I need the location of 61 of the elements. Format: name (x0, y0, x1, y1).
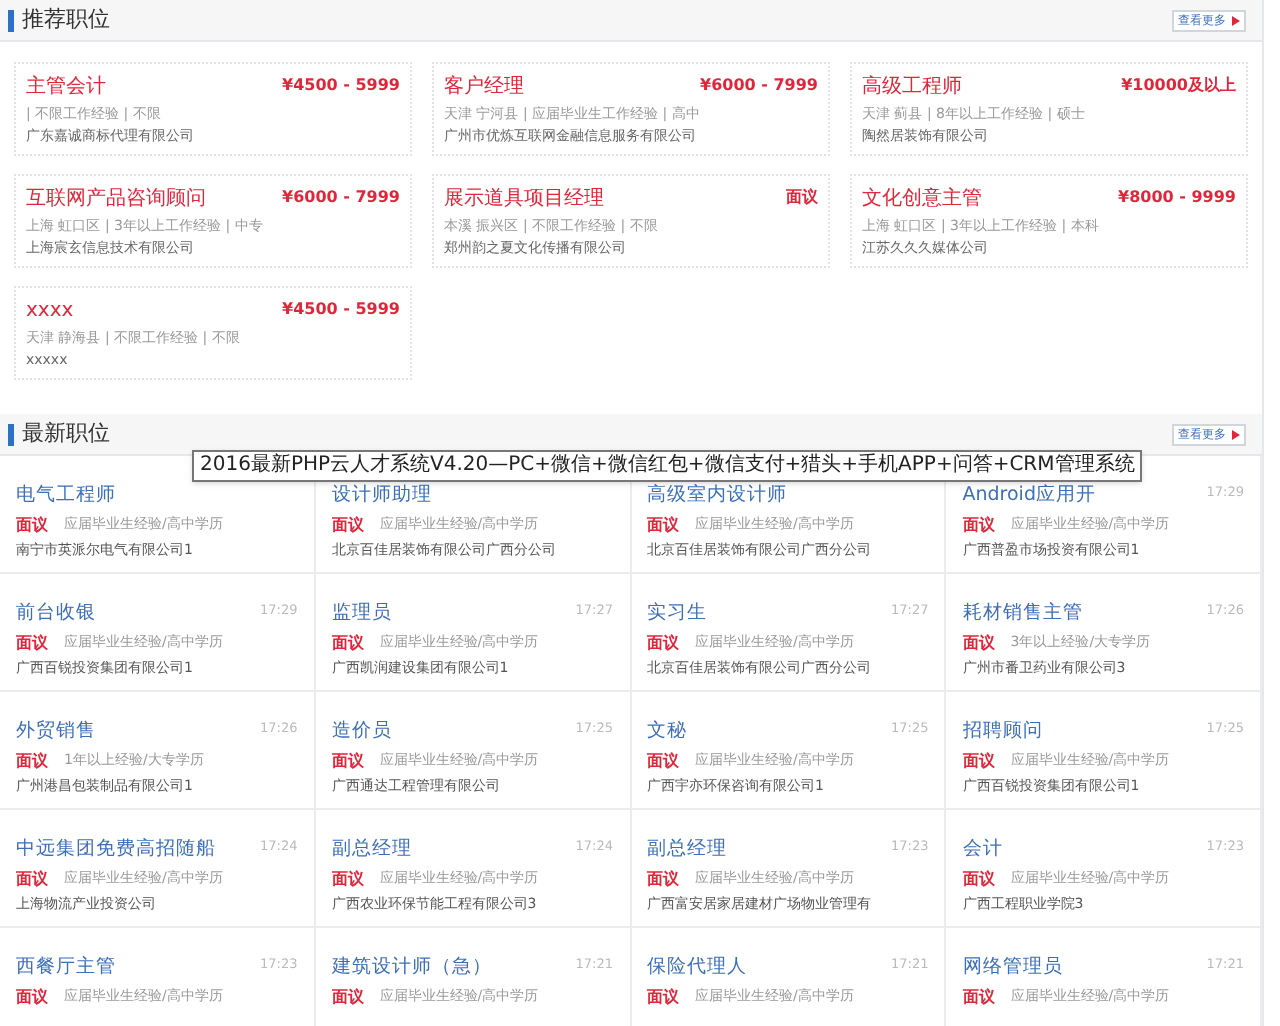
salary-text: 面议 (647, 632, 679, 654)
salary-text: 面议 (331, 868, 364, 890)
job-title[interactable]: 主管会计 (26, 74, 106, 102)
salary-text: 面议 (647, 868, 679, 890)
job-title[interactable]: 西餐厅主管 (16, 954, 116, 980)
salary-text: ¥4500 - 5999 (282, 74, 400, 98)
section-title: 推荐职位 (22, 3, 112, 36)
job-title[interactable]: 招聘顾问 (962, 718, 1043, 744)
job-title[interactable]: 展示道具项目经理 (444, 186, 604, 214)
salary-text: 面议 (962, 986, 995, 1008)
tooltip: 2016最新PHP云人才系统V4.20—PC+微信+微信红包+微信支付+猎头+手机APP+问答+CRM管理系统 (192, 450, 1143, 482)
job-title[interactable]: 耗材销售主管 (962, 600, 1083, 626)
salary-text: ¥6000 - 7999 (282, 186, 400, 210)
caret-icon (1232, 15, 1240, 25)
job-title[interactable]: 实习生 (647, 600, 707, 626)
salary-text: ¥8000 - 9999 (1118, 186, 1236, 210)
job-title[interactable]: Android应用开 (962, 482, 1096, 508)
salary-text: 面议 (16, 986, 48, 1008)
salary-text: ¥6000 - 7999 (700, 74, 818, 98)
accent-bar-icon (8, 423, 14, 445)
caret-icon (1232, 429, 1240, 439)
job-title[interactable]: 监理员 (331, 600, 392, 626)
salary-text: 面议 (786, 186, 818, 210)
section-title: 最新职位 (22, 417, 112, 450)
job-title[interactable]: 建筑设计师（急） (331, 954, 492, 980)
salary-text: 面议 (647, 750, 679, 772)
salary-text: 面议 (962, 514, 995, 536)
job-title[interactable]: 前台收银 (16, 600, 96, 626)
salary-text: 面议 (647, 514, 679, 536)
job-title[interactable]: 副总经理 (331, 836, 412, 862)
job-title[interactable]: 高级工程师 (862, 74, 962, 102)
salary-text: 面议 (962, 750, 995, 772)
job-title[interactable]: 会计 (962, 836, 1003, 862)
salary-text: 面议 (962, 868, 995, 890)
salary-text: 面议 (647, 986, 679, 1008)
job-title[interactable]: xxxx (26, 298, 74, 326)
salary-text: 面议 (16, 750, 48, 772)
job-title[interactable]: 保险代理人 (647, 954, 747, 980)
job-title[interactable]: 文化创意主管 (862, 186, 982, 214)
job-title[interactable]: 中远集团免费高招随船 (16, 836, 216, 862)
salary-text: 面议 (331, 632, 364, 654)
salary-text: 面议 (16, 868, 48, 890)
job-title[interactable]: 高级室内设计师 (647, 482, 787, 508)
job-title[interactable]: 造价员 (331, 718, 392, 744)
job-title[interactable]: 设计师助理 (331, 482, 432, 508)
accent-bar-icon (8, 9, 14, 31)
salary-text: 面议 (16, 632, 48, 654)
salary-text: 面议 (331, 514, 364, 536)
salary-text: ¥10000及以上 (1121, 74, 1236, 98)
job-title[interactable]: 副总经理 (647, 836, 727, 862)
salary-text: 面议 (331, 986, 364, 1008)
job-title[interactable]: 外贸销售 (16, 718, 96, 744)
job-title[interactable]: 文秘 (647, 718, 687, 744)
job-title[interactable]: 网络管理员 (962, 954, 1063, 980)
salary-text: ¥4500 - 5999 (282, 298, 400, 322)
job-title[interactable]: 互联网产品咨询顾问 (26, 186, 206, 214)
salary-text: 面议 (962, 632, 995, 654)
job-title[interactable]: 客户经理 (444, 74, 524, 102)
salary-text: 面议 (331, 750, 364, 772)
salary-text: 面议 (16, 514, 48, 536)
job-title[interactable]: 电气工程师 (16, 482, 116, 508)
